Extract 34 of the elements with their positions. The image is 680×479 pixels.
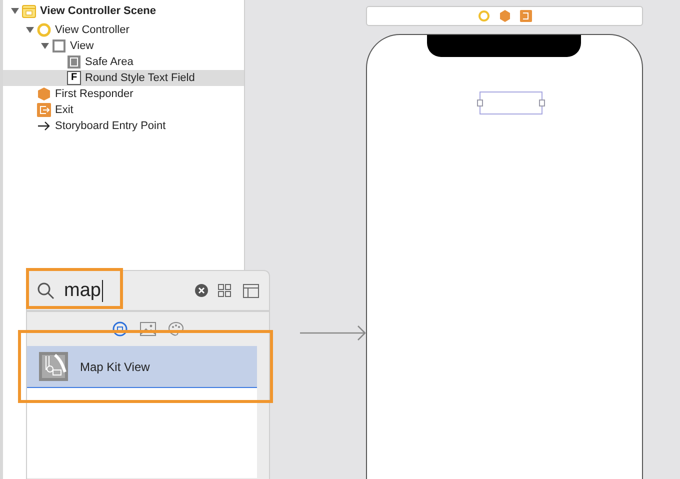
disclosure-triangle-icon[interactable] — [10, 6, 20, 16]
image-icon[interactable] — [140, 321, 156, 337]
safe-area-icon — [67, 55, 81, 69]
outline-label: View — [70, 38, 94, 54]
library-item[interactable]: Map Kit View — [27, 346, 257, 388]
text-field-selection[interactable] — [477, 91, 545, 115]
outline-label: Safe Area — [85, 54, 134, 70]
outline-row[interactable]: F Round Style Text Field — [3, 70, 244, 86]
outline-label: Exit — [55, 102, 74, 118]
circle-icon — [37, 23, 51, 37]
cube-icon[interactable] — [500, 10, 510, 22]
outline-label: Round Style Text Field — [85, 70, 195, 86]
outline-label: First Responder — [55, 86, 134, 102]
square-icon — [52, 39, 66, 53]
scene-icon — [22, 4, 36, 18]
entry-arrow — [300, 325, 367, 341]
objects-tab-icon[interactable] — [112, 321, 128, 337]
library-item-label: Map Kit View — [80, 358, 150, 376]
outline-label: View Controller Scene — [40, 4, 156, 19]
outline-label: Storyboard Entry Point — [55, 118, 166, 134]
search-icon — [37, 282, 55, 300]
exit-icon[interactable] — [520, 10, 532, 22]
clear-icon[interactable] — [195, 284, 208, 297]
map-icon — [39, 352, 68, 381]
text-field-icon: F — [67, 71, 81, 85]
exit-icon — [37, 103, 51, 117]
palette-icon[interactable] — [168, 321, 184, 337]
disclosure-triangle-icon[interactable] — [40, 41, 50, 51]
panel-layout-icon[interactable] — [243, 284, 259, 298]
disclosure-triangle-icon[interactable] — [25, 25, 35, 35]
arrow-icon — [37, 119, 51, 133]
search-field[interactable]: map — [64, 280, 103, 302]
outline-label: View Controller — [55, 22, 130, 38]
grid-icon[interactable] — [218, 284, 231, 297]
